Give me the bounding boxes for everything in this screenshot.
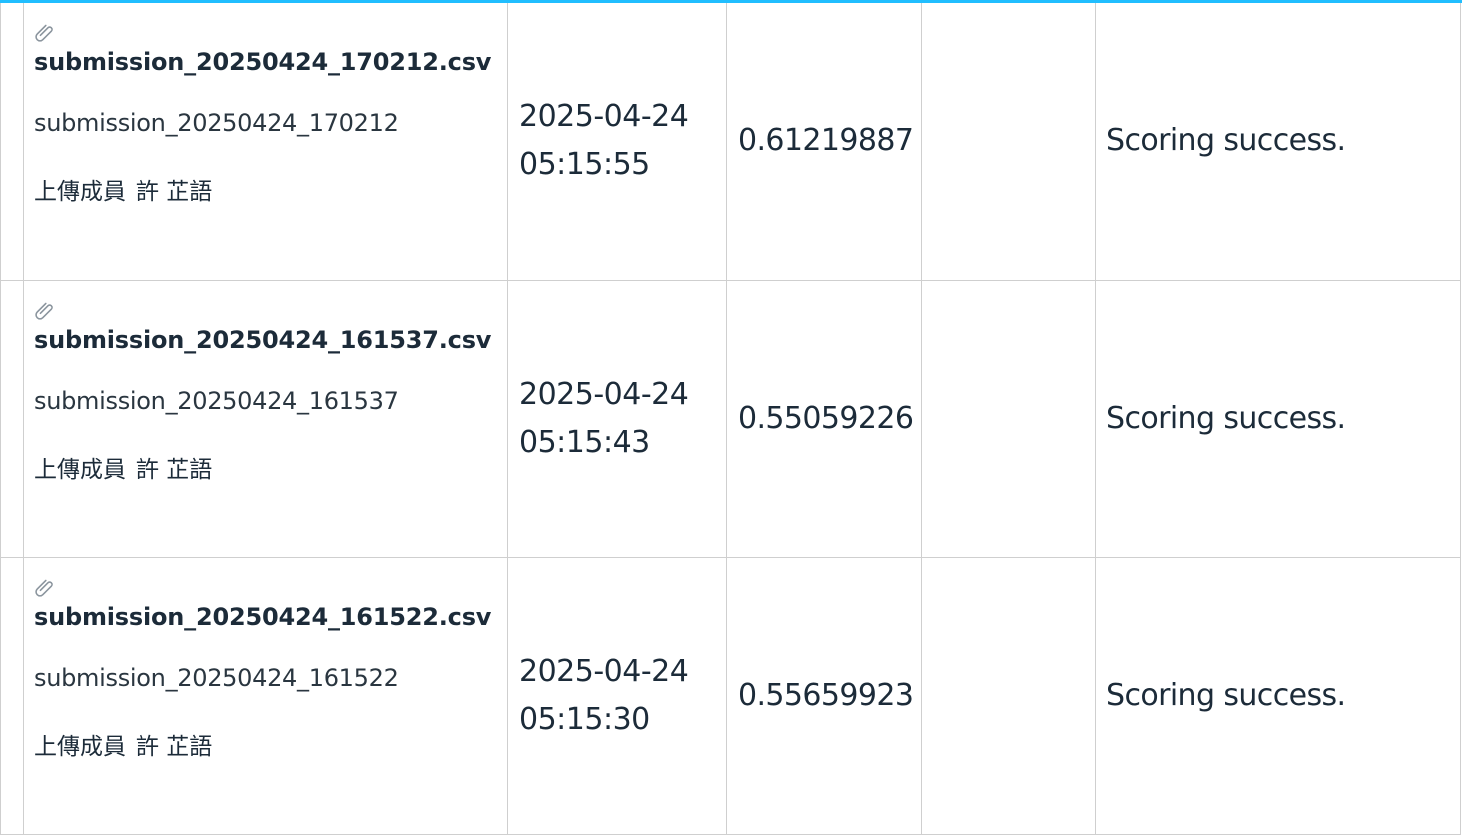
- row-select-cell: [0, 556, 24, 835]
- uploader-label: 上傳成員: [34, 179, 126, 205]
- date-cell: 2025-04-24 05:15:43: [507, 279, 727, 558]
- status-message: Scoring success.: [1106, 123, 1346, 159]
- date-cell: 2025-04-24 05:15:55: [507, 3, 727, 281]
- submission-date: 2025-04-24: [519, 653, 689, 689]
- status-cell: Scoring success.: [1095, 3, 1461, 281]
- date-cell: 2025-04-24 05:15:30: [507, 556, 727, 835]
- submission-description: submission_20250424_161537: [34, 386, 399, 415]
- submission-description: submission_20250424_161522: [34, 663, 399, 692]
- submission-file-link[interactable]: submission_20250424_170212.csv: [34, 46, 507, 78]
- submission-date: 2025-04-24: [519, 376, 689, 412]
- uploader-line: 上傳成員許 芷語: [34, 177, 507, 207]
- score-cell: 0.61219887: [726, 3, 922, 281]
- public-score: 0.61219887: [738, 123, 914, 159]
- submission-description: submission_20250424_170212: [34, 109, 399, 137]
- file-cell: submission_20250424_170212.csv submissio…: [23, 3, 508, 281]
- public-score: 0.55659923: [738, 677, 914, 713]
- submission-datetime: 2025-04-24 05:15:55: [519, 93, 726, 189]
- row-select-cell: [0, 279, 24, 558]
- file-cell: submission_20250424_161537.csv submissio…: [23, 279, 508, 558]
- private-score-cell: [921, 279, 1096, 558]
- table-row: submission_20250424_161537.csv submissio…: [0, 279, 1461, 558]
- row-select-cell: [0, 3, 24, 281]
- submission-date: 2025-04-24: [519, 99, 689, 135]
- uploader-label: 上傳成員: [34, 456, 126, 483]
- submission-datetime: 2025-04-24 05:15:43: [519, 371, 726, 467]
- score-cell: 0.55059226: [726, 279, 922, 558]
- submissions-table: submission_20250424_170212.csv submissio…: [0, 3, 1461, 835]
- uploader-line: 上傳成員許 芷語: [34, 455, 507, 485]
- submission-file-link[interactable]: submission_20250424_161537.csv: [34, 324, 507, 356]
- submission-time: 05:15:55: [519, 147, 650, 183]
- status-message: Scoring success.: [1106, 677, 1346, 713]
- private-score-cell: [921, 3, 1096, 281]
- submission-datetime: 2025-04-24 05:15:30: [519, 648, 726, 744]
- uploader-name: 許 芷語: [136, 456, 213, 483]
- submission-time: 05:15:43: [519, 424, 650, 460]
- score-cell: 0.55659923: [726, 556, 922, 835]
- status-cell: Scoring success.: [1095, 556, 1461, 835]
- private-score-cell: [921, 556, 1096, 835]
- status-message: Scoring success.: [1106, 400, 1346, 436]
- file-cell: submission_20250424_161522.csv submissio…: [23, 556, 508, 835]
- table-row: submission_20250424_161522.csv submissio…: [0, 556, 1461, 835]
- status-cell: Scoring success.: [1095, 279, 1461, 558]
- paperclip-icon: [35, 302, 53, 320]
- submission-file-link[interactable]: submission_20250424_161522.csv: [34, 601, 507, 633]
- table-row: submission_20250424_170212.csv submissio…: [0, 3, 1461, 281]
- public-score: 0.55059226: [738, 400, 914, 436]
- submission-time: 05:15:30: [519, 701, 650, 737]
- uploader-line: 上傳成員許 芷語: [34, 732, 507, 762]
- paperclip-icon: [35, 24, 53, 42]
- uploader-name: 許 芷語: [136, 733, 213, 760]
- paperclip-icon: [35, 579, 53, 597]
- uploader-name: 許 芷語: [136, 179, 213, 205]
- uploader-label: 上傳成員: [34, 733, 126, 760]
